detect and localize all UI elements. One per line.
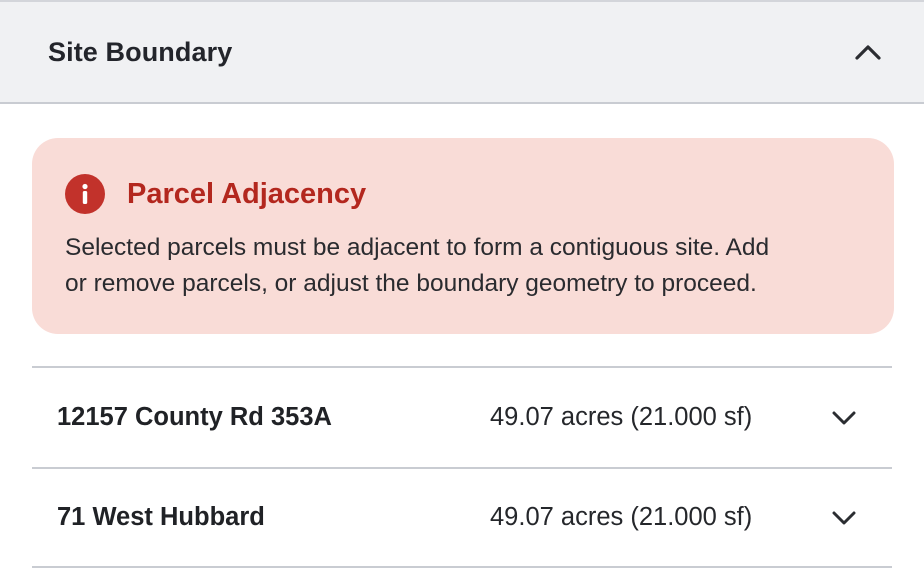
parcel-row[interactable]: 12157 County Rd 353A 49.07 acres (21.000… bbox=[32, 366, 892, 467]
parcel-adjacency-alert: Parcel Adjacency Selected parcels must b… bbox=[32, 138, 894, 334]
parcel-address: 71 West Hubbard bbox=[57, 503, 265, 531]
parcel-area: 49.07 acres (21.000 sf) bbox=[490, 403, 753, 431]
chevron-down-icon bbox=[832, 411, 856, 424]
expand-button[interactable] bbox=[824, 498, 864, 538]
alert-message: Selected parcels must be adjacent to for… bbox=[65, 230, 860, 302]
parcel-area: 49.07 acres (21.000 sf) bbox=[490, 503, 753, 531]
parcel-row[interactable]: 71 West Hubbard 49.07 acres (21.000 sf) bbox=[32, 467, 892, 568]
alert-message-line: Selected parcels must be adjacent to for… bbox=[65, 234, 770, 261]
expand-button[interactable] bbox=[824, 398, 864, 438]
alert-message-line: or remove parcels, or adjust the boundar… bbox=[65, 270, 757, 297]
info-icon bbox=[65, 174, 105, 214]
parcel-list: 12157 County Rd 353A 49.07 acres (21.000… bbox=[32, 366, 892, 568]
section-title: Site Boundary bbox=[48, 36, 233, 67]
site-boundary-header[interactable]: Site Boundary bbox=[0, 0, 924, 104]
parcel-address: 12157 County Rd 353A bbox=[57, 403, 332, 431]
chevron-down-icon bbox=[832, 511, 856, 524]
collapse-button[interactable] bbox=[844, 28, 892, 76]
alert-title: Parcel Adjacency bbox=[127, 177, 367, 210]
alert-header: Parcel Adjacency bbox=[65, 174, 860, 214]
chevron-up-icon bbox=[855, 45, 881, 60]
